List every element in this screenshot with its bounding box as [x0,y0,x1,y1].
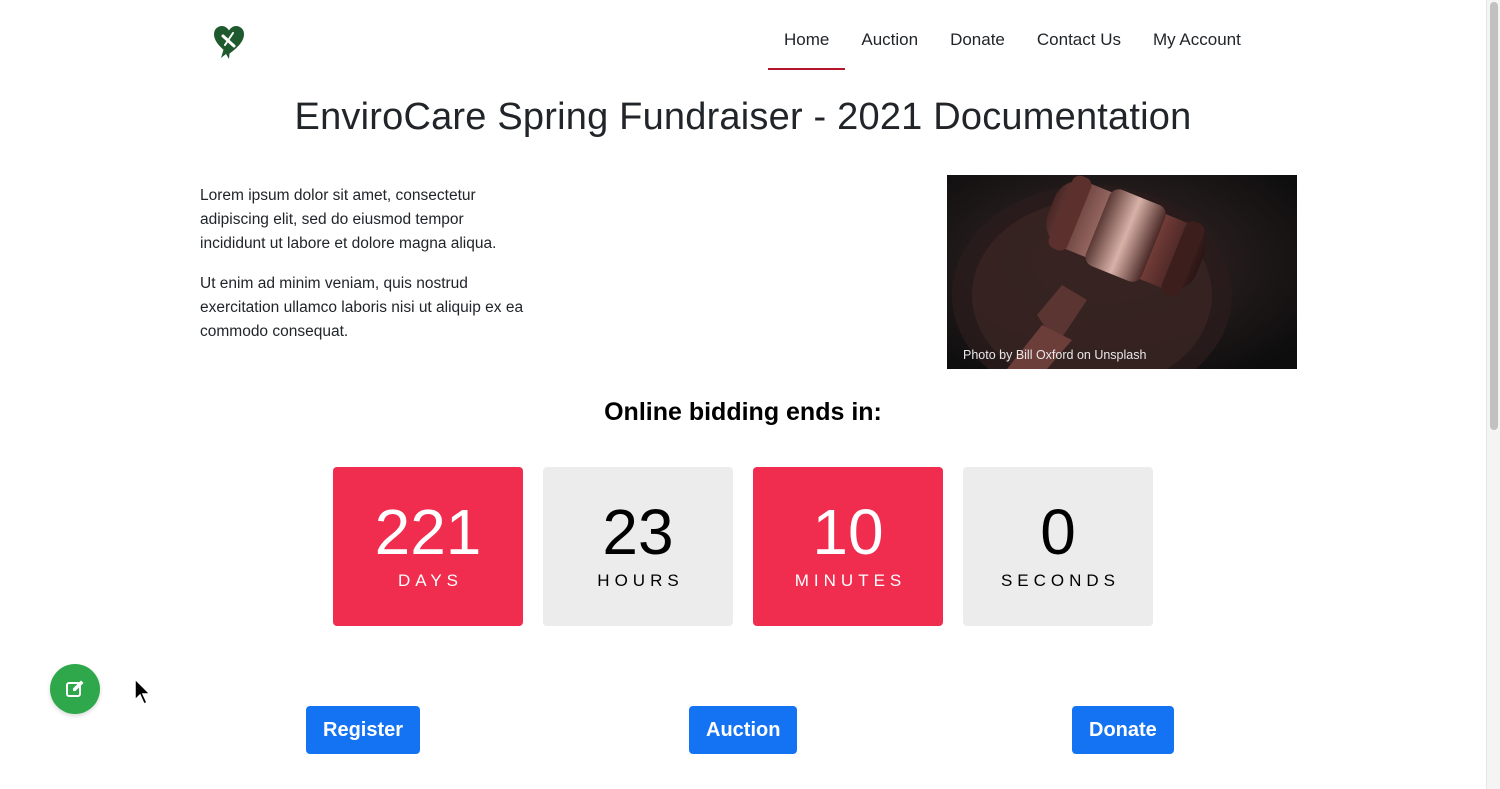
bidding-countdown-title: Online bidding ends in: [604,398,882,426]
nav-item-donate[interactable]: Donate [934,18,1021,70]
intro-text: Lorem ipsum dolor sit amet, consectetur … [200,184,530,360]
countdown-hours: 23 HOURS [543,467,733,626]
countdown-minutes: 10 MINUTES [753,467,943,626]
vertical-scrollbar[interactable] [1486,0,1500,789]
nav-item-auction[interactable]: Auction [845,18,934,70]
countdown-minutes-value: 10 [812,496,884,568]
donate-button[interactable]: Donate [1072,706,1174,754]
page: Home Auction Donate Contact Us My Accoun… [0,0,1486,789]
countdown-days: 221 DAYS [333,467,523,626]
edit-icon [66,680,84,697]
countdown-days-value: 221 [374,496,482,568]
countdown-seconds-value: 0 [1040,496,1076,568]
register-button[interactable]: Register [306,706,421,754]
scrollbar-thumb[interactable] [1490,2,1498,430]
countdown-seconds: 0 SECONDS [963,467,1153,626]
auction-button[interactable]: Auction [689,706,798,754]
main-nav: Home Auction Donate Contact Us My Accoun… [768,18,1257,70]
page-title: EnviroCare Spring Fundraiser - 2021 Docu… [294,96,1192,138]
nav-item-my-account[interactable]: My Account [1137,18,1257,70]
countdown-days-label: DAYS [397,571,464,590]
countdown-timer: 221 DAYS 23 HOURS 10 MINUTES 0 SECONDS [333,467,1153,626]
countdown-hours-value: 23 [602,496,674,568]
countdown-hours-label: HOURS [597,571,684,590]
photo-credit[interactable]: Photo by Bill Oxford on Unsplash [963,348,1146,362]
nav-item-contact-us[interactable]: Contact Us [1021,18,1137,70]
intro-paragraph: Lorem ipsum dolor sit amet, consectetur … [200,187,497,252]
countdown-seconds-label: SECONDS [1000,571,1121,590]
countdown-minutes-label: MINUTES [794,571,907,590]
mouse-cursor-icon [134,677,152,706]
intro-paragraph: Ut enim ad minim veniam, quis nostrud ex… [200,275,524,340]
edit-fab-button[interactable] [50,664,100,714]
gavel-photo: Photo by Bill Oxford on Unsplash [947,175,1297,369]
nav-item-home[interactable]: Home [768,18,846,70]
logo-icon[interactable] [212,24,246,60]
